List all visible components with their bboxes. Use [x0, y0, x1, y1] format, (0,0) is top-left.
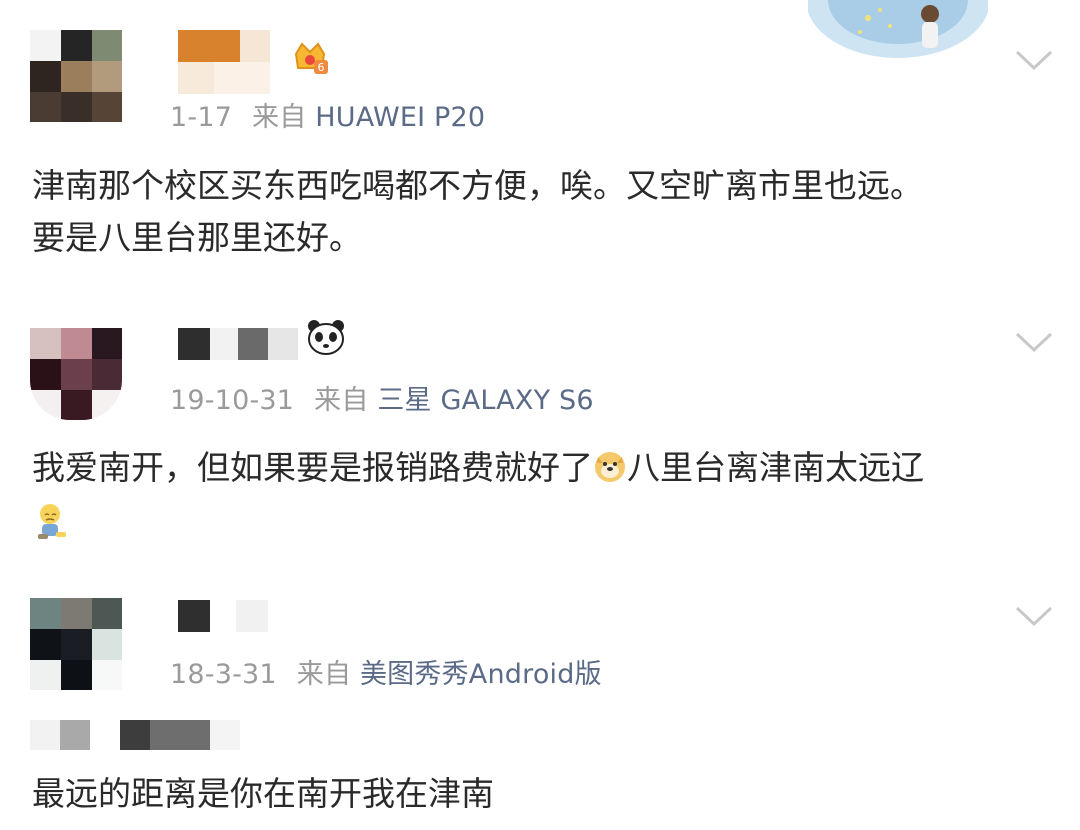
source-prefix: 来自: [296, 659, 352, 690]
comment-text-line: 最远的距离是你在南开我在津南: [32, 774, 494, 813]
comment-feed: 6 1-17 来自 HUAWEI P20 津南那个校区买东西吃喝都不方便，唉。又空…: [0, 0, 1080, 830]
blurred-reply-username: [30, 720, 240, 750]
comment-meta: 18-3-31 来自 美图秀秀Android版: [170, 652, 602, 691]
avatar[interactable]: [30, 598, 122, 690]
username-blurred[interactable]: [178, 600, 268, 632]
device-source[interactable]: 美图秀秀Android版: [360, 659, 602, 690]
comment-text: 最远的距离是你在南开我在津南: [32, 768, 494, 820]
comment-item: 18-3-31 来自 美图秀秀Android版 最远的距离是你在南开我在津南: [0, 0, 1080, 830]
comment-date: 18-3-31: [170, 659, 277, 690]
chevron-down-icon[interactable]: [1014, 604, 1054, 628]
